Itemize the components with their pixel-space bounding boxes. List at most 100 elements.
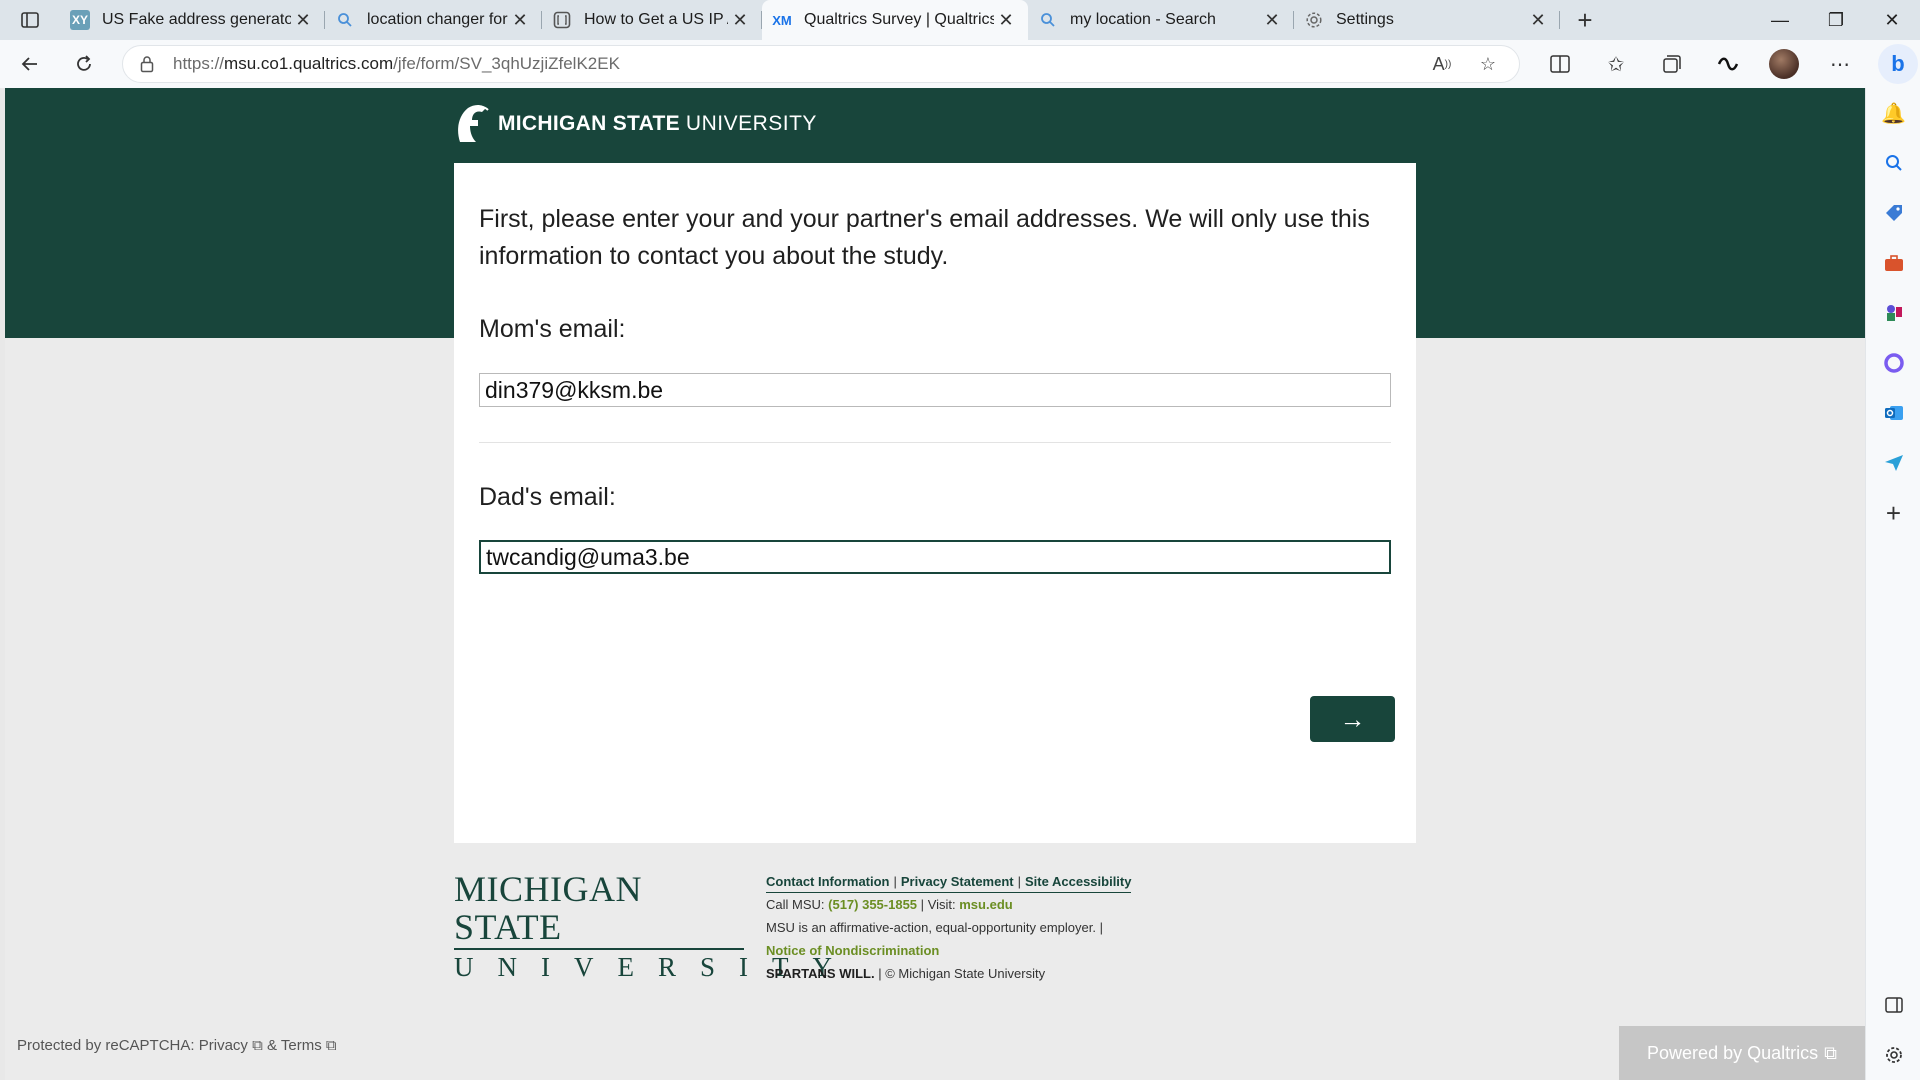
close-icon[interactable]: ✕	[291, 8, 315, 32]
extension-icon[interactable]	[1700, 44, 1756, 84]
phone-link[interactable]: (517) 355-1855	[828, 897, 917, 912]
close-icon[interactable]: ✕	[994, 8, 1018, 32]
minimize-button[interactable]: —	[1752, 0, 1808, 40]
recaptcha-privacy-link[interactable]: Privacy	[199, 1037, 248, 1054]
mom-email-label: Mom's email:	[479, 315, 626, 343]
visit-prefix: Visit:	[927, 897, 956, 912]
search-icon	[335, 10, 355, 30]
external-link-icon: ⧉	[252, 1037, 263, 1054]
tab-title: Settings	[1336, 11, 1394, 28]
tab-qualtrics-survey[interactable]: XM Qualtrics Survey | Qualtrics E ✕	[762, 0, 1028, 40]
close-icon[interactable]: ✕	[1260, 8, 1284, 32]
search-icon[interactable]	[1866, 138, 1920, 188]
favorites-icon[interactable]: ✩	[1588, 44, 1644, 84]
notification-bell-icon[interactable]: 🔔	[1866, 88, 1920, 138]
qualtrics-icon: XM	[772, 12, 792, 28]
refresh-icon	[77, 55, 91, 71]
wordmark-line-1: MICHIGAN STATE	[454, 869, 642, 947]
tab-actions-icon	[21, 12, 39, 28]
dad-email-input[interactable]	[479, 540, 1391, 574]
question-text: First, please enter your and your partne…	[479, 205, 1370, 270]
footer-nondiscrimination-line: Notice of Nondiscrimination	[766, 939, 1131, 962]
tab-us-ip[interactable]: How to Get a US IP Address ✕	[542, 0, 762, 40]
refresh-button[interactable]	[60, 44, 108, 84]
page-viewport: MICHIGAN STATE UNIVERSITY First, please …	[5, 88, 1865, 1080]
powered-by-qualtrics-button[interactable]: Powered by Qualtrics ⧉	[1619, 1026, 1865, 1080]
navigation-bar: https://msu.co1.qualtrics.com/jfe/form/S…	[0, 40, 1920, 88]
tab-fake-address[interactable]: XY US Fake address generator ✕	[60, 0, 325, 40]
edge-sidebar: 🔔 +	[1865, 88, 1920, 1080]
next-button[interactable]: →	[1310, 696, 1395, 742]
xy-icon: XY	[70, 10, 90, 30]
profile-button[interactable]	[1756, 44, 1812, 84]
powered-by-text: Powered by Qualtrics	[1647, 1042, 1819, 1063]
outlook-icon[interactable]	[1866, 388, 1920, 438]
recaptcha-terms-link[interactable]: Terms	[281, 1037, 322, 1054]
footer-copyright-line: SPARTANS WILL. | © Michigan State Univer…	[766, 962, 1131, 985]
copyright-text: © Michigan State University	[885, 966, 1046, 981]
close-icon[interactable]: ✕	[728, 8, 752, 32]
dad-email-label: Dad's email:	[479, 483, 616, 511]
footer-contact-line: Call MSU: (517) 355-1855 | Visit: msu.ed…	[766, 893, 1131, 916]
sidebar-settings-gear-icon[interactable]	[1866, 1030, 1920, 1080]
contact-information-link[interactable]: Contact Information	[766, 874, 890, 889]
close-window-button[interactable]: ✕	[1864, 0, 1920, 40]
brand-name-light: UNIVERSITY	[685, 112, 817, 135]
restore-button[interactable]: ❐	[1808, 0, 1864, 40]
msu-website-link[interactable]: msu.edu	[959, 897, 1012, 912]
avatar	[1769, 49, 1799, 79]
microsoft-365-icon[interactable]	[1866, 338, 1920, 388]
footer-employer-line: MSU is an affirmative-action, equal-oppo…	[766, 916, 1131, 939]
footer-links: Contact Information | Privacy Statement | Si…	[766, 872, 1132, 893]
site-accessibility-link[interactable]: Site Accessibility	[1025, 874, 1131, 889]
send-icon[interactable]	[1866, 438, 1920, 488]
separator: |	[878, 966, 882, 981]
lock-icon[interactable]	[137, 54, 157, 74]
tools-briefcase-icon[interactable]	[1866, 238, 1920, 288]
bing-copilot-icon[interactable]: b	[1878, 44, 1918, 84]
tab-strip: XY US Fake address generator ✕ location …	[0, 0, 1920, 40]
gear-icon	[1304, 10, 1324, 30]
window-controls: — ❐ ✕	[1752, 0, 1920, 40]
tab-settings[interactable]: Settings ✕	[1294, 0, 1560, 40]
url-text[interactable]: https://msu.co1.qualtrics.com/jfe/form/S…	[173, 54, 1413, 74]
mom-email-input[interactable]	[479, 373, 1391, 407]
shopping-tag-icon[interactable]	[1866, 188, 1920, 238]
back-button[interactable]	[6, 44, 54, 84]
recaptcha-notice: Protected by reCAPTCHA: Privacy ⧉ & Term…	[17, 1037, 337, 1054]
tab-actions-button[interactable]	[0, 0, 60, 40]
spartan-helmet-icon	[458, 105, 489, 142]
call-prefix: Call MSU:	[766, 897, 825, 912]
add-sidebar-app-icon[interactable]: +	[1866, 488, 1920, 538]
tab-my-location[interactable]: my location - Search ✕	[1028, 0, 1294, 40]
recaptcha-and: &	[266, 1037, 277, 1054]
article-icon	[552, 10, 572, 30]
external-link-icon: ⧉	[325, 1037, 337, 1054]
more-options-icon[interactable]: ⋯	[1812, 44, 1868, 84]
survey-card: First, please enter your and your partne…	[454, 163, 1416, 843]
wordmark-rule	[454, 948, 744, 950]
msu-wordmark-logo: MICHIGAN STATE UNIVERSITY	[454, 869, 832, 982]
link-separator: |	[893, 874, 897, 889]
close-icon[interactable]: ✕	[508, 8, 532, 32]
privacy-statement-link[interactable]: Privacy Statement	[901, 874, 1014, 889]
url-host: msu.co1.qualtrics.com	[224, 54, 394, 73]
address-bar[interactable]: https://msu.co1.qualtrics.com/jfe/form/S…	[122, 45, 1520, 83]
url-scheme: https://	[173, 54, 225, 73]
arrow-right-icon: →	[1339, 703, 1366, 734]
nondiscrimination-link[interactable]: Notice of Nondiscrimination	[766, 943, 939, 958]
separator: |	[920, 897, 925, 912]
search-icon	[1038, 10, 1058, 30]
tab-location-changer[interactable]: location changer for window ✕	[325, 0, 542, 40]
plus-icon: +	[1577, 4, 1593, 35]
url-path: /jfe/form/SV_3qhUzjiZfelK2EK	[393, 54, 620, 73]
favorite-star-icon[interactable]: ☆	[1471, 49, 1505, 79]
new-tab-button[interactable]: +	[1560, 0, 1610, 40]
split-screen-icon[interactable]	[1532, 44, 1588, 84]
minimize-icon: —	[1771, 9, 1789, 30]
read-aloud-icon[interactable]: A))	[1425, 49, 1459, 79]
close-icon[interactable]: ✕	[1526, 8, 1550, 32]
collections-icon[interactable]	[1644, 44, 1700, 84]
games-icon[interactable]	[1866, 288, 1920, 338]
hide-sidebar-icon[interactable]	[1866, 980, 1920, 1030]
